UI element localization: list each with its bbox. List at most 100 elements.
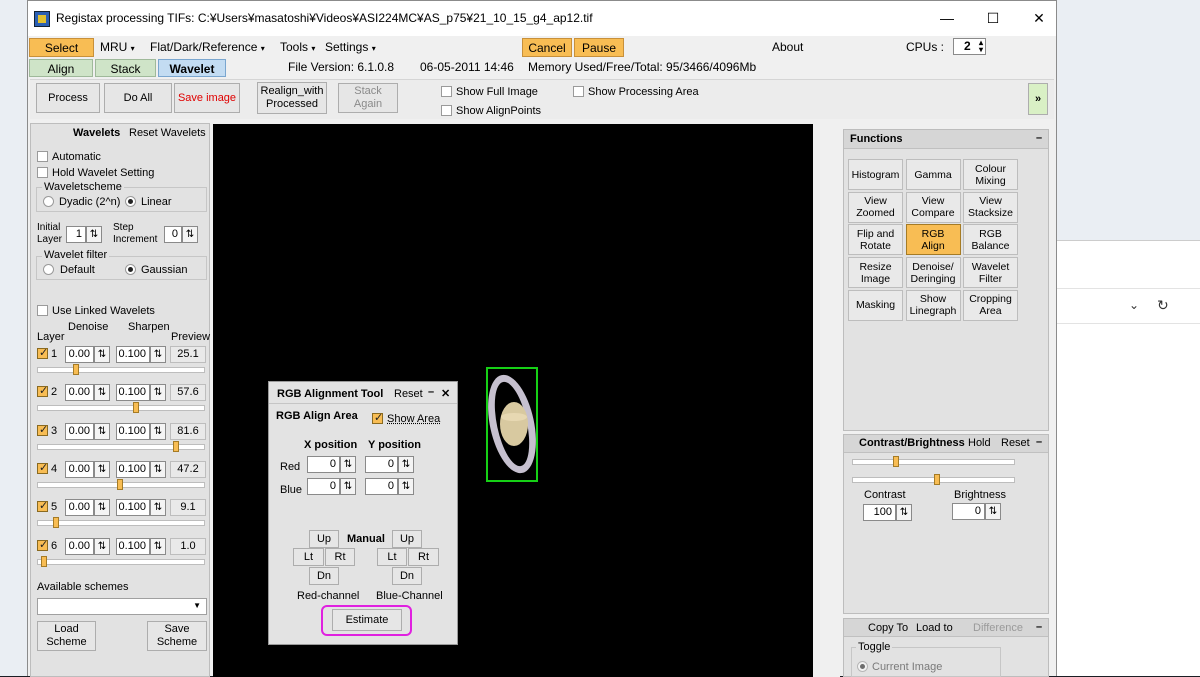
rgb-tool-minimize[interactable]: – xyxy=(428,386,434,398)
layer-slider-thumb[interactable] xyxy=(72,364,79,375)
layer-sharpen-spin-icon[interactable]: ⇅ xyxy=(150,384,166,402)
layer-slider[interactable] xyxy=(37,367,205,373)
layer-enable-checkbox[interactable] xyxy=(37,386,48,398)
menu-select[interactable]: Select xyxy=(29,38,94,57)
layer-sharpen-spin-icon[interactable]: ⇅ xyxy=(150,460,166,478)
contrast-spin-icon[interactable]: ⇅ xyxy=(896,504,912,521)
use-linked-wavelets-checkbox[interactable] xyxy=(37,305,48,316)
gaussian-radio[interactable] xyxy=(125,264,136,275)
function-button[interactable]: RGB Balance xyxy=(963,224,1018,256)
layer-enable-checkbox[interactable] xyxy=(37,462,48,474)
red-right-button[interactable]: Rt xyxy=(325,548,355,566)
function-button[interactable]: View Compare xyxy=(905,191,961,223)
layer-denoise-input[interactable]: 0.00 xyxy=(65,460,94,478)
layer-sharpen-input[interactable]: 0.100 xyxy=(116,422,150,440)
cancel-button[interactable]: Cancel xyxy=(522,38,572,57)
estimate-button[interactable]: Estimate xyxy=(332,609,402,631)
blue-y-spin-icon[interactable]: ⇅ xyxy=(398,478,414,495)
layer-denoise-spin-icon[interactable]: ⇅ xyxy=(94,460,110,478)
load-scheme-button[interactable]: Load Scheme xyxy=(37,621,96,651)
contrast-reset-button[interactable]: Reset xyxy=(1001,437,1030,449)
tab-align[interactable]: Align xyxy=(29,59,93,77)
menu-mru[interactable]: MRU ▾ xyxy=(96,38,139,57)
layer-slider-thumb[interactable] xyxy=(40,555,47,567)
available-schemes-select[interactable]: ▼ xyxy=(37,598,207,615)
layer-denoise-input[interactable]: 0.00 xyxy=(65,346,94,363)
hold-button[interactable]: Hold xyxy=(968,437,991,449)
layer-sharpen-input[interactable]: 0.100 xyxy=(116,384,150,402)
layer-enable-checkbox[interactable] xyxy=(37,348,48,359)
contrast-input[interactable]: 100 xyxy=(863,504,896,521)
red-y-spin-icon[interactable]: ⇅ xyxy=(398,456,414,473)
initial-layer-input[interactable]: 1 xyxy=(66,226,86,243)
function-button[interactable]: Gamma xyxy=(905,159,961,190)
layer-slider-thumb[interactable] xyxy=(173,440,180,452)
close-button[interactable]: ✕ xyxy=(1016,1,1062,36)
layer-enable-checkbox[interactable] xyxy=(37,539,48,551)
step-increment-spin-icon[interactable]: ⇅ xyxy=(182,226,198,243)
layer-denoise-spin-icon[interactable]: ⇅ xyxy=(94,384,110,402)
pause-button[interactable]: Pause xyxy=(574,38,624,57)
hold-wavelet-checkbox[interactable] xyxy=(37,167,48,178)
function-button[interactable]: Flip and Rotate xyxy=(848,224,903,256)
realign-with-processed-button[interactable]: Realign_with Processed xyxy=(257,82,327,114)
red-y-input[interactable]: 0 xyxy=(365,456,398,473)
do-all-button[interactable]: Do All xyxy=(104,83,172,113)
blue-x-spin-icon[interactable]: ⇅ xyxy=(340,478,356,495)
layer-sharpen-spin-icon[interactable]: ⇅ xyxy=(150,346,166,363)
menu-settings[interactable]: Settings ▾ xyxy=(321,38,380,57)
layer-denoise-input[interactable]: 0.00 xyxy=(65,537,94,555)
linear-radio[interactable] xyxy=(125,196,136,207)
layer-sharpen-input[interactable]: 0.100 xyxy=(116,460,150,478)
brightness-input[interactable]: 0 xyxy=(952,503,985,520)
save-image-button[interactable]: Save image xyxy=(174,83,240,113)
function-button[interactable]: Cropping Area xyxy=(963,289,1018,321)
red-down-button[interactable]: Dn xyxy=(309,567,339,585)
function-button[interactable]: Histogram xyxy=(848,159,903,190)
contrast-slider-thumb[interactable] xyxy=(892,456,899,467)
function-button[interactable]: Masking xyxy=(848,289,903,321)
cpus-spinner[interactable]: 2 ▴ ▾ xyxy=(953,38,986,55)
red-x-input[interactable]: 0 xyxy=(307,456,340,473)
layer-sharpen-input[interactable]: 0.100 xyxy=(116,499,150,517)
functions-collapse[interactable]: – xyxy=(1036,132,1042,144)
layer-slider[interactable] xyxy=(37,405,205,412)
layer-slider-thumb[interactable] xyxy=(117,478,124,490)
layer-denoise-spin-icon[interactable]: ⇅ xyxy=(94,422,110,440)
maximize-button[interactable]: ☐ xyxy=(970,1,1016,36)
layer-denoise-spin-icon[interactable]: ⇅ xyxy=(94,499,110,517)
function-button[interactable]: Wavelet Filter xyxy=(963,257,1018,289)
rgb-tool-reset[interactable]: Reset xyxy=(394,388,423,400)
blue-right-button[interactable]: Rt xyxy=(408,548,439,566)
refresh-icon[interactable]: ↻ xyxy=(1157,297,1169,314)
layer-denoise-input[interactable]: 0.00 xyxy=(65,499,94,517)
blue-x-input[interactable]: 0 xyxy=(307,478,340,495)
layer-enable-checkbox[interactable] xyxy=(37,424,48,436)
menu-tools[interactable]: Tools ▾ xyxy=(276,38,319,57)
menu-flat-dark-reference[interactable]: Flat/Dark/Reference ▾ xyxy=(146,38,269,57)
function-button[interactable]: Denoise/Deringing xyxy=(905,257,961,289)
layer-slider[interactable] xyxy=(37,520,205,527)
layer-denoise-input[interactable]: 0.00 xyxy=(65,422,94,440)
minimize-button[interactable]: — xyxy=(924,1,970,36)
contrast-slider[interactable] xyxy=(852,459,1015,465)
initial-layer-spin-icon[interactable]: ⇅ xyxy=(86,226,102,243)
automatic-checkbox[interactable] xyxy=(37,151,48,162)
layer-sharpen-spin-icon[interactable]: ⇅ xyxy=(150,422,166,440)
tab-wavelet[interactable]: Wavelet xyxy=(158,59,226,77)
red-left-button[interactable]: Lt xyxy=(293,548,324,566)
save-scheme-button[interactable]: Save Scheme xyxy=(147,621,207,651)
layer-slider[interactable] xyxy=(37,558,205,565)
default-radio[interactable] xyxy=(43,264,54,275)
red-up-button[interactable]: Up xyxy=(309,530,339,548)
layer-denoise-input[interactable]: 0.00 xyxy=(65,384,94,402)
copy-to-button[interactable]: Copy To xyxy=(868,622,908,634)
layer-sharpen-spin-icon[interactable]: ⇅ xyxy=(150,537,166,555)
brightness-spin-icon[interactable]: ⇅ xyxy=(985,503,1001,520)
layer-sharpen-spin-icon[interactable]: ⇅ xyxy=(150,499,166,517)
load-to-button[interactable]: Load to xyxy=(916,622,953,634)
reset-wavelets-button[interactable]: Reset Wavelets xyxy=(129,127,206,139)
show-alignpoints-checkbox[interactable] xyxy=(441,105,452,116)
layer-sharpen-input[interactable]: 0.100 xyxy=(116,346,150,363)
expand-button[interactable]: » xyxy=(1028,83,1048,115)
